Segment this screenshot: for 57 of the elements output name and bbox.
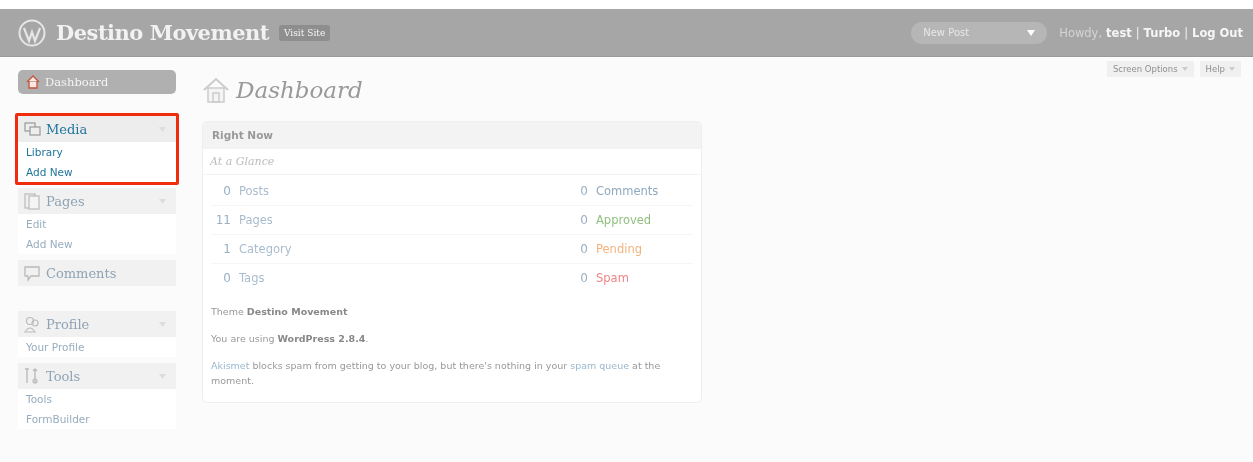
stat-link[interactable]: Spam [596, 271, 629, 285]
menu-item[interactable]: Profile [18, 311, 176, 337]
stat-link[interactable]: Tags [239, 271, 265, 285]
house-icon [202, 76, 230, 104]
media-icon [24, 120, 41, 138]
submenu-item[interactable]: Your Profile [18, 337, 176, 357]
site-title[interactable]: Destino Movement [56, 20, 270, 45]
dashboard-menu-item[interactable]: Dashboard [18, 70, 176, 94]
caret-icon [1027, 29, 1036, 36]
header-link[interactable]: Log Out [1192, 25, 1243, 40]
stat-link[interactable]: Category [239, 242, 292, 256]
people-icon [24, 315, 41, 333]
screen-tab[interactable]: Screen Options [1106, 61, 1194, 77]
version-text: You are using WordPress 2.8.4. [211, 332, 370, 346]
count-link[interactable]: 0 [568, 242, 588, 256]
text-link[interactable]: Akismet [211, 360, 250, 371]
separator-text: | [1135, 25, 1140, 40]
submenu-item[interactable]: Library [18, 142, 176, 162]
tools-icon [24, 367, 41, 385]
count-link[interactable]: 11 [211, 213, 231, 227]
caret-icon [1229, 67, 1235, 71]
stat-link[interactable]: Pages [239, 213, 273, 227]
text-link[interactable]: spam queue [570, 360, 630, 371]
visit-site-button[interactable]: Visit Site [279, 24, 331, 41]
submenu-item[interactable]: FormBuilder [18, 409, 176, 429]
count-link[interactable]: 0 [211, 271, 231, 285]
count-link[interactable]: 0 [211, 184, 231, 198]
caret-icon [1181, 67, 1188, 71]
speech-bubble-icon [24, 264, 41, 282]
separator-text: | [1184, 25, 1189, 40]
user-link[interactable]: test [1106, 25, 1132, 40]
stat-link[interactable]: Comments [596, 184, 659, 198]
panel-title: Right Now [203, 122, 701, 149]
stat-link[interactable]: Pending [596, 242, 642, 256]
count-link[interactable]: 0 [568, 213, 588, 227]
submenu-item[interactable]: Add New [18, 162, 176, 182]
theme-text: Theme Destino Movement [211, 305, 349, 319]
submenu-item[interactable]: Tools [18, 389, 176, 409]
submenu-item[interactable]: Add New [18, 234, 176, 254]
submenu-item[interactable]: Edit [18, 214, 176, 234]
menu-item[interactable]: Media [18, 116, 176, 142]
menu-item[interactable]: Pages [18, 188, 176, 214]
akismet-text: Akismet blocks spam from getting to your blog, but there's nothing in your spam queue at the moment. [211, 359, 662, 388]
count-link[interactable]: 0 [568, 184, 588, 198]
menu-item[interactable]: Comments [18, 260, 176, 286]
panel-subtitle: At a Glance [203, 149, 701, 175]
screen-tab[interactable]: Help [1199, 61, 1241, 77]
count-link[interactable]: 1 [211, 242, 231, 256]
stat-link[interactable]: Approved [596, 213, 652, 227]
wordpress-logo-icon [18, 18, 46, 47]
menu-item[interactable]: Tools [18, 363, 176, 389]
pages-icon [24, 192, 41, 210]
house-icon [26, 75, 40, 89]
count-link[interactable]: 0 [568, 271, 588, 285]
header-link[interactable]: Turbo [1143, 25, 1181, 40]
stat-link[interactable]: Posts [239, 184, 270, 198]
page-title: Dashboard [236, 77, 363, 103]
